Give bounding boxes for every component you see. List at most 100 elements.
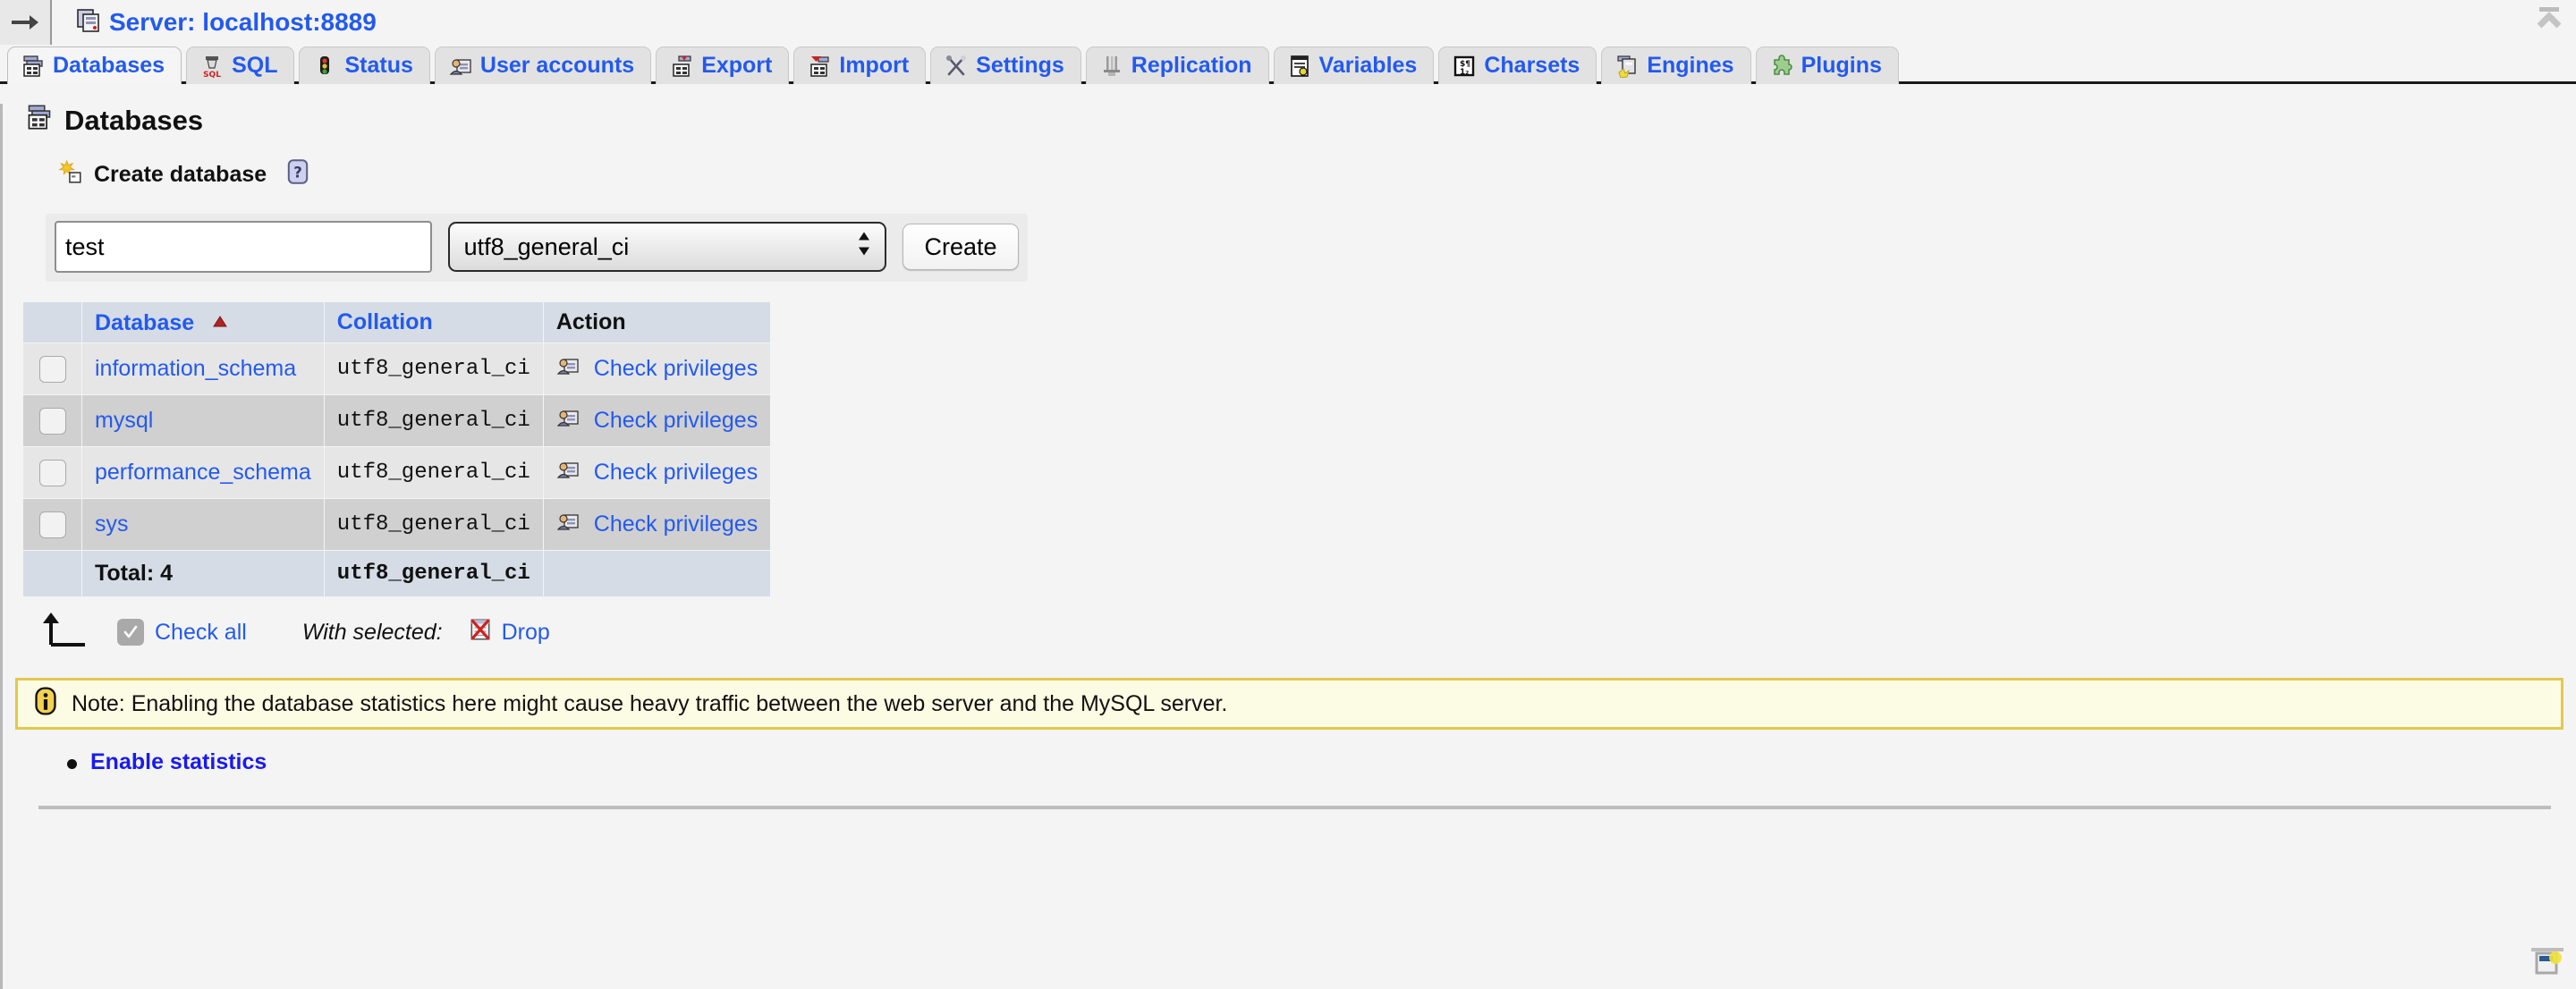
collapse-up-button[interactable] <box>2524 2 2563 36</box>
footer-divider <box>38 806 2551 809</box>
row-action-cell: Check privileges <box>542 394 772 447</box>
export-icon <box>670 55 693 78</box>
collation-select-value: utf8_general_ci <box>463 232 630 260</box>
row-action-cell: Check privileges <box>542 446 772 499</box>
row-checkbox-cell <box>22 498 82 551</box>
table-row: performance_schema utf8_general_ci Check <box>22 446 772 499</box>
table-row: mysql utf8_general_ci Check privileges <box>22 394 772 447</box>
sql-icon: SQL <box>200 55 224 78</box>
tab-label: Variables <box>1318 53 1418 78</box>
server-icon <box>75 7 100 38</box>
row-checkbox[interactable] <box>38 511 66 538</box>
sidebar-expand-button[interactable] <box>0 0 52 45</box>
check-all-label[interactable]: Check all <box>155 620 247 646</box>
svg-text:?: ? <box>293 164 302 181</box>
tab-charsets[interactable]: $¶ 1₂ Charsets <box>1438 46 1597 84</box>
databases-icon <box>26 104 53 138</box>
tab-export[interactable]: Export <box>656 46 790 84</box>
row-database-cell: information_schema <box>81 342 325 395</box>
new-database-icon <box>58 159 83 190</box>
table-row: sys utf8_general_ci Check privileges <box>22 498 772 551</box>
row-action-cell: Check privileges <box>542 342 772 395</box>
tab-label: Import <box>839 53 910 78</box>
server-link[interactable]: Server: localhost:8889 <box>75 7 377 38</box>
enable-statistics-link[interactable]: Enable statistics <box>90 749 267 774</box>
footer-total-cell: Total: 4 <box>81 550 325 597</box>
drop-table-icon <box>468 617 493 648</box>
svg-text:1₂: 1₂ <box>1460 68 1469 77</box>
tab-label: User accounts <box>479 53 635 78</box>
row-collation-cell: utf8_general_ci <box>323 394 544 447</box>
console-window-icon <box>2531 948 2563 980</box>
sort-ascending-icon <box>211 309 229 334</box>
plugins-icon <box>1770 54 1793 78</box>
tools-icon <box>945 55 968 78</box>
tab-label: Charsets <box>1484 53 1580 78</box>
create-database-form: utf8_general_ci Create <box>46 214 1028 282</box>
selection-actions-bar: Check all With selected: Drop <box>38 612 2576 651</box>
create-button[interactable]: Create <box>902 224 1019 270</box>
row-action-cell: Check privileges <box>542 498 772 551</box>
privileges-icon <box>556 461 586 486</box>
check-privileges-link[interactable]: Check privileges <box>594 460 758 485</box>
select-arrows-icon <box>856 229 872 266</box>
server-label-text: Server: localhost:8889 <box>109 8 377 36</box>
tab-variables[interactable]: Variables <box>1273 46 1435 84</box>
drop-link[interactable]: Drop <box>502 620 550 646</box>
traffic-light-icon <box>313 55 336 78</box>
row-checkbox-cell <box>22 446 82 499</box>
row-checkbox[interactable] <box>38 459 66 486</box>
tab-sql[interactable]: SQL SQL <box>186 46 295 84</box>
database-link[interactable]: performance_schema <box>95 460 311 485</box>
databases-table: Database Collation Action information_sc <box>22 301 772 597</box>
create-database-label: Create database <box>94 162 267 187</box>
row-checkbox[interactable] <box>38 407 66 435</box>
statistics-note-text: Note: Enabling the database statistics h… <box>72 690 1228 716</box>
header-collation[interactable]: Collation <box>323 301 544 343</box>
tab-user-accounts[interactable]: User accounts <box>434 46 652 84</box>
row-database-cell: mysql <box>81 394 325 447</box>
row-checkbox-cell <box>22 394 82 447</box>
tab-label: SQL <box>232 53 278 78</box>
user-accounts-icon <box>449 55 472 78</box>
privileges-icon <box>556 358 586 383</box>
arrow-up-left-icon <box>38 611 90 655</box>
tab-settings[interactable]: Settings <box>930 46 1081 84</box>
tab-engines[interactable]: Engines <box>1601 46 1751 84</box>
tab-label: Export <box>701 53 773 78</box>
help-question-icon[interactable]: ? <box>286 159 309 190</box>
header-action: Action <box>542 301 772 343</box>
tab-import[interactable]: Import <box>793 46 927 84</box>
create-database-heading: Create database ? <box>58 159 2576 190</box>
footer-collation-cell: utf8_general_ci <box>323 550 544 597</box>
tab-label: Status <box>344 53 413 78</box>
check-privileges-link[interactable]: Check privileges <box>594 408 758 433</box>
tab-plugins[interactable]: Plugins <box>1755 46 1899 84</box>
collation-select[interactable]: utf8_general_ci <box>447 222 886 272</box>
header-checkbox-column <box>22 301 82 343</box>
tab-databases[interactable]: Databases <box>7 46 182 84</box>
console-toggle-button[interactable] <box>2531 946 2563 976</box>
footer-action-cell <box>542 550 772 597</box>
table-footer-row: Total: 4 utf8_general_ci <box>22 550 772 597</box>
with-selected-label: With selected: <box>301 619 443 645</box>
tab-label: Databases <box>53 53 165 78</box>
database-link[interactable]: sys <box>95 511 129 537</box>
database-link[interactable]: information_schema <box>95 356 296 381</box>
tab-replication[interactable]: Replication <box>1085 46 1269 84</box>
database-link[interactable]: mysql <box>95 408 153 433</box>
row-checkbox-cell <box>22 342 82 395</box>
page-title: Databases <box>26 104 2576 138</box>
main-tab-bar: Databases SQL SQL Status User accounts E… <box>0 45 2576 84</box>
check-privileges-link[interactable]: Check privileges <box>594 511 758 537</box>
check-all-checkbox[interactable] <box>117 619 144 646</box>
check-privileges-link[interactable]: Check privileges <box>594 356 758 381</box>
databases-icon <box>21 55 45 78</box>
footer-checkbox-cell <box>22 550 82 597</box>
statistics-note: Note: Enabling the database statistics h… <box>15 678 2563 730</box>
tab-status[interactable]: Status <box>299 46 430 84</box>
row-checkbox[interactable] <box>38 355 66 383</box>
tab-label: Replication <box>1131 53 1252 78</box>
database-name-input[interactable] <box>55 221 432 273</box>
header-database[interactable]: Database <box>81 301 325 343</box>
